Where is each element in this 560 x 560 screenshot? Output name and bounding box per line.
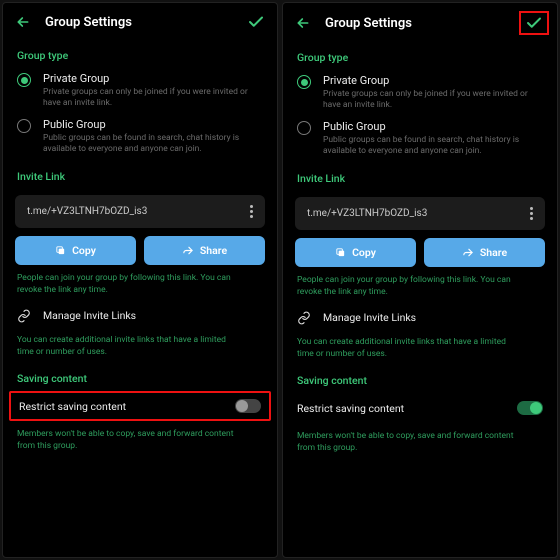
more-options-icon[interactable] <box>246 205 257 218</box>
private-group-option[interactable]: Private Group Private groups can only be… <box>3 68 277 114</box>
page-title: Group Settings <box>325 16 509 31</box>
manage-invite-links[interactable]: Manage Invite Links <box>283 303 557 329</box>
copy-button-label: Copy <box>352 246 376 259</box>
share-button-label: Share <box>200 244 227 257</box>
public-group-desc: Public groups can be found in search, ch… <box>323 135 533 158</box>
link-icon <box>297 311 311 325</box>
private-group-desc: Private groups can only be joined if you… <box>323 89 533 112</box>
radio-unselected-icon <box>17 119 31 133</box>
link-icon <box>17 309 31 323</box>
public-group-desc: Public groups can be found in search, ch… <box>43 133 253 156</box>
invite-link-text: t.me/+VZ3LTNH7bOZD_is3 <box>307 208 427 219</box>
private-group-option[interactable]: Private Group Private groups can only be… <box>283 70 557 116</box>
invite-link-header: Invite Link <box>283 162 557 191</box>
back-arrow-icon[interactable] <box>15 14 31 30</box>
group-type-header: Group type <box>3 39 277 68</box>
public-group-option[interactable]: Public Group Public groups can be found … <box>283 116 557 162</box>
manage-hint: You can create additional invite links t… <box>283 329 533 365</box>
group-type-header: Group type <box>283 41 557 70</box>
manage-invite-links-label: Manage Invite Links <box>43 309 136 322</box>
share-button-label: Share <box>480 246 507 259</box>
invite-link-header: Invite Link <box>3 160 277 189</box>
public-group-label: Public Group <box>323 120 533 133</box>
share-button[interactable]: Share <box>144 236 265 265</box>
saving-content-header: Saving content <box>3 362 277 391</box>
public-group-option[interactable]: Public Group Public groups can be found … <box>3 114 277 160</box>
invite-link-box[interactable]: t.me/+VZ3LTNH7bOZD_is3 <box>295 197 545 230</box>
radio-selected-icon <box>17 73 31 87</box>
manage-invite-links[interactable]: Manage Invite Links <box>3 301 277 327</box>
invite-hint: People can join your group by following … <box>3 265 253 301</box>
restrict-hint: Members won't be able to copy, save and … <box>283 423 533 459</box>
radio-unselected-icon <box>297 121 311 135</box>
saving-content-header: Saving content <box>283 364 557 393</box>
back-arrow-icon[interactable] <box>295 15 311 31</box>
private-group-label: Private Group <box>323 74 533 87</box>
invite-link-text: t.me/+VZ3LTNH7bOZD_is3 <box>27 206 147 217</box>
copy-button-label: Copy <box>72 244 96 257</box>
restrict-saving-row[interactable]: Restrict saving content <box>283 393 557 423</box>
private-group-desc: Private groups can only be joined if you… <box>43 87 253 110</box>
invite-link-box[interactable]: t.me/+VZ3LTNH7bOZD_is3 <box>15 195 265 228</box>
page-title: Group Settings <box>45 15 233 30</box>
copy-button[interactable]: Copy <box>15 236 136 265</box>
invite-hint: People can join your group by following … <box>283 267 533 303</box>
restrict-toggle-on[interactable] <box>517 401 543 415</box>
private-group-label: Private Group <box>43 72 253 85</box>
more-options-icon[interactable] <box>526 207 537 220</box>
manage-hint: You can create additional invite links t… <box>3 327 253 363</box>
share-button[interactable]: Share <box>424 238 545 267</box>
confirm-check-icon[interactable] <box>519 11 549 35</box>
radio-selected-icon <box>297 75 311 89</box>
manage-invite-links-label: Manage Invite Links <box>323 311 416 324</box>
restrict-saving-label: Restrict saving content <box>19 400 126 413</box>
confirm-check-icon[interactable] <box>247 13 265 31</box>
restrict-saving-label: Restrict saving content <box>297 402 404 415</box>
copy-button[interactable]: Copy <box>295 238 416 267</box>
restrict-hint: Members won't be able to copy, save and … <box>3 421 253 457</box>
public-group-label: Public Group <box>43 118 253 131</box>
restrict-saving-row[interactable]: Restrict saving content <box>9 391 271 421</box>
restrict-toggle-off[interactable] <box>235 399 261 413</box>
